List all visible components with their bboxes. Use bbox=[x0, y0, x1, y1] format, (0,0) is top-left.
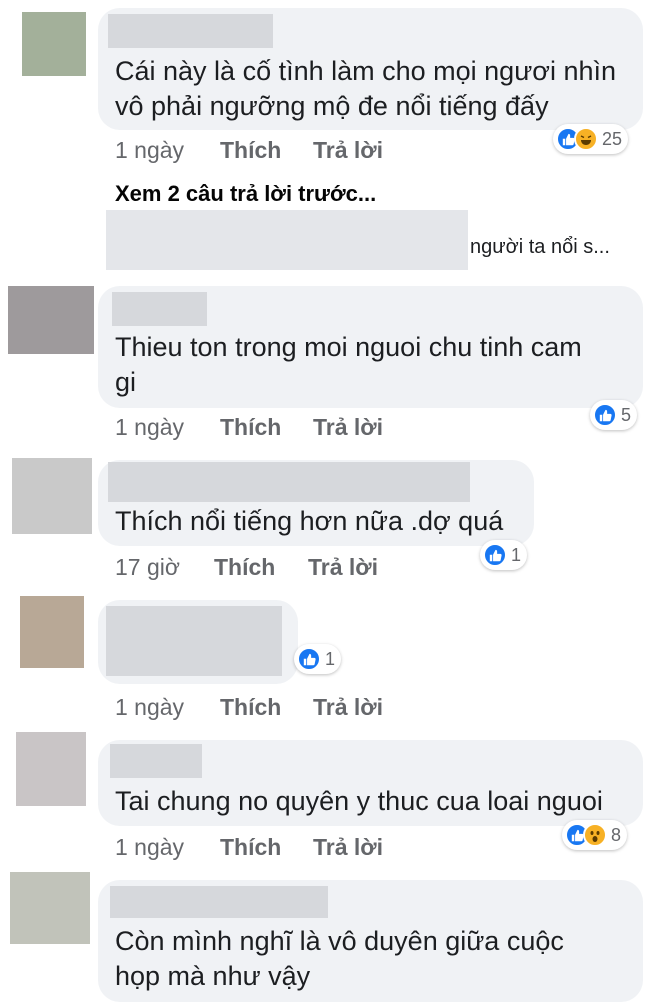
reply-button[interactable]: Trả lời bbox=[313, 694, 383, 721]
blurred-author-name bbox=[108, 462, 470, 502]
like-button[interactable]: Thích bbox=[214, 554, 275, 581]
avatar[interactable] bbox=[12, 458, 92, 534]
avatar[interactable] bbox=[20, 596, 84, 668]
comment-text-line: Thieu ton trong moi nguoi chu tinh cam bbox=[115, 332, 582, 362]
reply-button[interactable]: Trả lời bbox=[308, 554, 378, 581]
blurred-comment-content bbox=[106, 606, 282, 676]
blurred-reply-preview bbox=[106, 210, 468, 270]
reply-button[interactable]: Trả lời bbox=[313, 414, 383, 441]
blurred-author-name bbox=[112, 292, 207, 326]
reaction-count: 1 bbox=[511, 544, 522, 565]
reaction-count: 8 bbox=[611, 824, 622, 845]
reply-button[interactable]: Trả lời bbox=[313, 834, 383, 861]
like-button[interactable]: Thích bbox=[220, 834, 281, 861]
like-button[interactable]: Thích bbox=[220, 137, 281, 164]
comment-time[interactable]: 1 ngày bbox=[115, 834, 184, 861]
comment-text-line: Cái này là cố tình làm cho mọi ngươi nhì… bbox=[115, 56, 617, 86]
comment-text-line: vô phải ngưỡng mộ đe nổi tiếng đấy bbox=[115, 91, 549, 121]
comment-text-line: họp mà như vậy bbox=[115, 961, 311, 991]
reaction-summary[interactable]: 1 bbox=[294, 644, 342, 674]
reply-preview-text[interactable]: người ta nổi s... bbox=[470, 236, 610, 259]
comment-time[interactable]: 17 giờ bbox=[115, 554, 180, 581]
reply-button[interactable]: Trả lời bbox=[313, 137, 383, 164]
comment-text-line: Tai chung no quyên y thuc cua loai nguoi bbox=[115, 786, 603, 816]
blurred-author-name bbox=[110, 744, 202, 778]
avatar[interactable] bbox=[16, 732, 86, 806]
blurred-author-name bbox=[108, 14, 273, 48]
comment-time[interactable]: 1 ngày bbox=[115, 414, 184, 441]
like-button[interactable]: Thích bbox=[220, 694, 281, 721]
avatar[interactable] bbox=[22, 12, 86, 76]
comment-text-line: Thích nổi tiếng hơn nữa .dợ quá bbox=[115, 506, 504, 536]
comment-text-line: Còn mình nghĩ là vô duyên giữa cuộc bbox=[115, 926, 564, 956]
reaction-summary[interactable]: 25 bbox=[553, 124, 629, 154]
view-previous-replies-link[interactable]: Xem 2 câu trả lời trước... bbox=[115, 181, 376, 207]
avatar[interactable] bbox=[10, 872, 90, 944]
comment-text-line: gi bbox=[115, 367, 137, 397]
reaction-count: 25 bbox=[602, 128, 623, 149]
blurred-author-name bbox=[110, 886, 328, 918]
like-reaction-icon bbox=[483, 543, 507, 567]
haha-reaction-icon bbox=[574, 127, 598, 151]
comment-time[interactable]: 1 ngày bbox=[115, 137, 184, 164]
reaction-count: 5 bbox=[621, 404, 632, 425]
wow-reaction-icon bbox=[583, 823, 607, 847]
reaction-summary[interactable]: 1 bbox=[480, 540, 528, 570]
reaction-summary[interactable]: 8 bbox=[562, 820, 628, 850]
like-reaction-icon bbox=[593, 403, 617, 427]
like-button[interactable]: Thích bbox=[220, 414, 281, 441]
reaction-count: 1 bbox=[325, 648, 336, 669]
avatar[interactable] bbox=[8, 286, 94, 354]
reaction-summary[interactable]: 5 bbox=[590, 400, 638, 430]
like-reaction-icon bbox=[297, 647, 321, 671]
comment-time[interactable]: 1 ngày bbox=[115, 694, 184, 721]
